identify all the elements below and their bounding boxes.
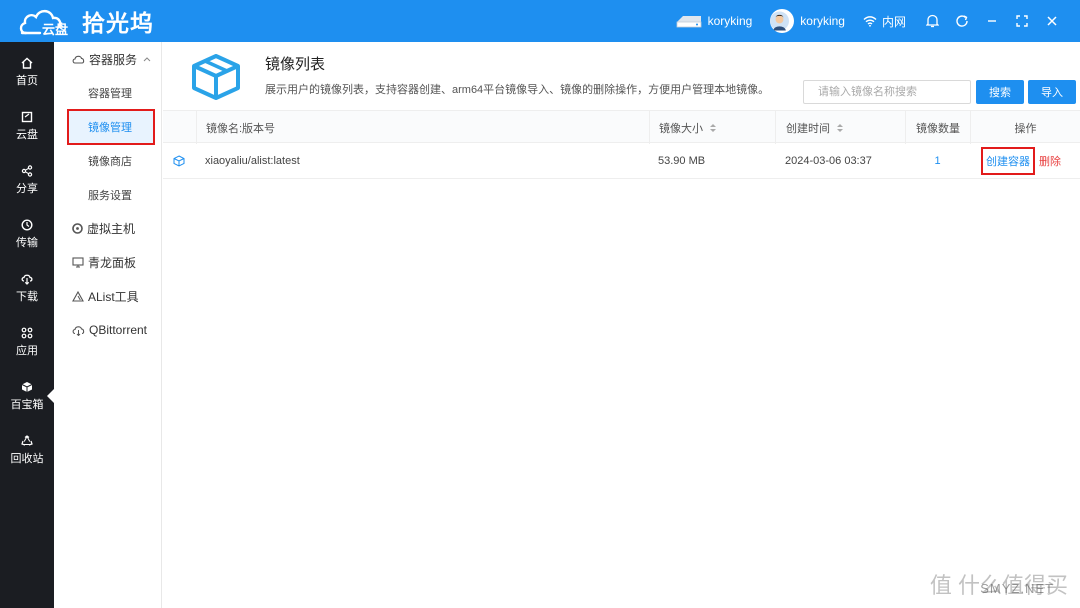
nav-item-transfer[interactable]: 传输: [0, 210, 54, 258]
download-icon: [21, 274, 33, 285]
import-button[interactable]: 导入: [1028, 80, 1076, 104]
network-status[interactable]: 内网: [863, 13, 906, 30]
subnav-group-virtual-host[interactable]: 虚拟主机: [54, 216, 162, 240]
maximize-icon[interactable]: [1014, 13, 1030, 29]
bell-icon[interactable]: [924, 13, 940, 29]
subnav-group-qbittorrent[interactable]: QBittorrent: [54, 318, 162, 342]
recycle-icon: [21, 434, 33, 446]
cloud-icon: [72, 55, 85, 64]
subnav-item-image-manage[interactable]: 镜像管理: [54, 109, 162, 145]
cloud-disk-icon: [21, 111, 33, 122]
cloud-download-icon: [72, 325, 85, 336]
user-menu[interactable]: koryking: [770, 9, 845, 33]
home-icon: [21, 57, 33, 69]
hard-drive-icon: [676, 16, 702, 28]
minimize-icon[interactable]: [984, 13, 1000, 29]
column-header-size[interactable]: 镜像大小: [649, 111, 775, 144]
sort-icon: [709, 123, 717, 133]
sort-icon: [836, 123, 844, 133]
device-selector[interactable]: koryking: [675, 14, 753, 28]
device-name: koryking: [707, 14, 753, 28]
watermark-sub: SMYZ.NET: [980, 581, 1054, 596]
sub-nav: 容器服务 容器管理 镜像管理 镜像商店 服务设置 虚拟主机 青龙面板 AList…: [54, 42, 162, 608]
top-bar: 云盘 拾光坞 koryking koryking 内网: [0, 0, 1080, 42]
image-count[interactable]: 1: [905, 143, 970, 179]
transfer-icon: [21, 218, 33, 231]
image-row-icon: [173, 143, 185, 179]
toolbox-icon: [21, 381, 33, 392]
user-name: koryking: [800, 14, 845, 28]
chevron-up-icon: [143, 57, 151, 62]
nav-item-download[interactable]: 下载: [0, 264, 54, 312]
column-header-count: 镜像数量: [905, 111, 970, 144]
logo-cloud-text: 云盘: [42, 22, 69, 37]
subnav-group-alist[interactable]: AList工具: [54, 284, 162, 308]
search-button[interactable]: 搜索: [976, 80, 1024, 104]
close-icon[interactable]: [1044, 13, 1060, 29]
avatar: [770, 9, 795, 33]
nav-item-apps[interactable]: 应用: [0, 318, 54, 366]
column-header-actions: 操作: [970, 111, 1080, 144]
share-icon: [21, 164, 33, 177]
create-container-button[interactable]: 创建容器: [981, 147, 1035, 175]
page-header: 镜像列表 展示用户的镜像列表，支持容器创建、arm64平台镜像导入、镜像的删除操…: [163, 42, 1080, 110]
image-created: 2024-03-06 03:37: [785, 155, 872, 167]
virtual-host-icon: [72, 222, 83, 234]
watermark: 值 什么值得买 SMYZ.NET: [930, 568, 1068, 600]
cloud-logo-icon: 云盘: [18, 6, 78, 37]
image-size: 53.90 MB: [658, 155, 706, 167]
page-description: 展示用户的镜像列表，支持容器创建、arm64平台镜像导入、镜像的删除操作，方便用…: [265, 84, 770, 96]
alist-icon: [72, 290, 84, 302]
column-header-created[interactable]: 创建时间: [775, 111, 905, 144]
table-header: 镜像名:版本号 镜像大小 创建时间 镜像数量 操作: [163, 110, 1080, 144]
nav-item-home[interactable]: 首页: [0, 48, 54, 96]
subnav-item-image-store[interactable]: 镜像商店: [54, 149, 162, 173]
nav-item-cloud-disk[interactable]: 云盘: [0, 102, 54, 150]
nav-item-share[interactable]: 分享: [0, 156, 54, 204]
wifi-icon: [863, 16, 877, 27]
app-name: 拾光坞: [82, 10, 154, 36]
subnav-item-service-settings[interactable]: 服务设置: [54, 183, 162, 207]
refresh-icon[interactable]: [954, 13, 970, 29]
nav-item-recycle[interactable]: 回收站: [0, 426, 54, 474]
subnav-group-label: 容器服务: [89, 52, 138, 67]
search-input[interactable]: [803, 80, 971, 104]
main-content: 镜像列表 展示用户的镜像列表，支持容器创建、arm64平台镜像导入、镜像的删除操…: [163, 42, 1080, 608]
nav-item-toolbox[interactable]: 百宝箱: [0, 372, 54, 420]
app-logo: 云盘 拾光坞: [18, 4, 154, 38]
apps-icon: [21, 327, 33, 338]
active-indicator: [47, 389, 54, 403]
subnav-item-container-manage[interactable]: 容器管理: [54, 81, 162, 105]
network-label: 内网: [881, 14, 906, 29]
image-name: xiaoyaliu/alist:latest: [205, 155, 300, 167]
subnav-group-qinglong[interactable]: 青龙面板: [54, 250, 162, 274]
column-header-name: 镜像名:版本号: [196, 111, 648, 144]
page-title: 镜像列表: [265, 56, 326, 73]
subnav-group-container-service[interactable]: 容器服务: [54, 47, 162, 71]
left-nav: 首页 云盘 分享 传输 下载 应用 百宝箱 回收站: [0, 42, 54, 608]
table-row: xiaoyaliu/alist:latest 53.90 MB 2024-03-…: [163, 143, 1080, 179]
monitor-icon: [72, 256, 84, 268]
package-icon: [173, 155, 185, 167]
box-icon: [192, 54, 240, 100]
delete-button[interactable]: 删除: [1039, 143, 1061, 179]
